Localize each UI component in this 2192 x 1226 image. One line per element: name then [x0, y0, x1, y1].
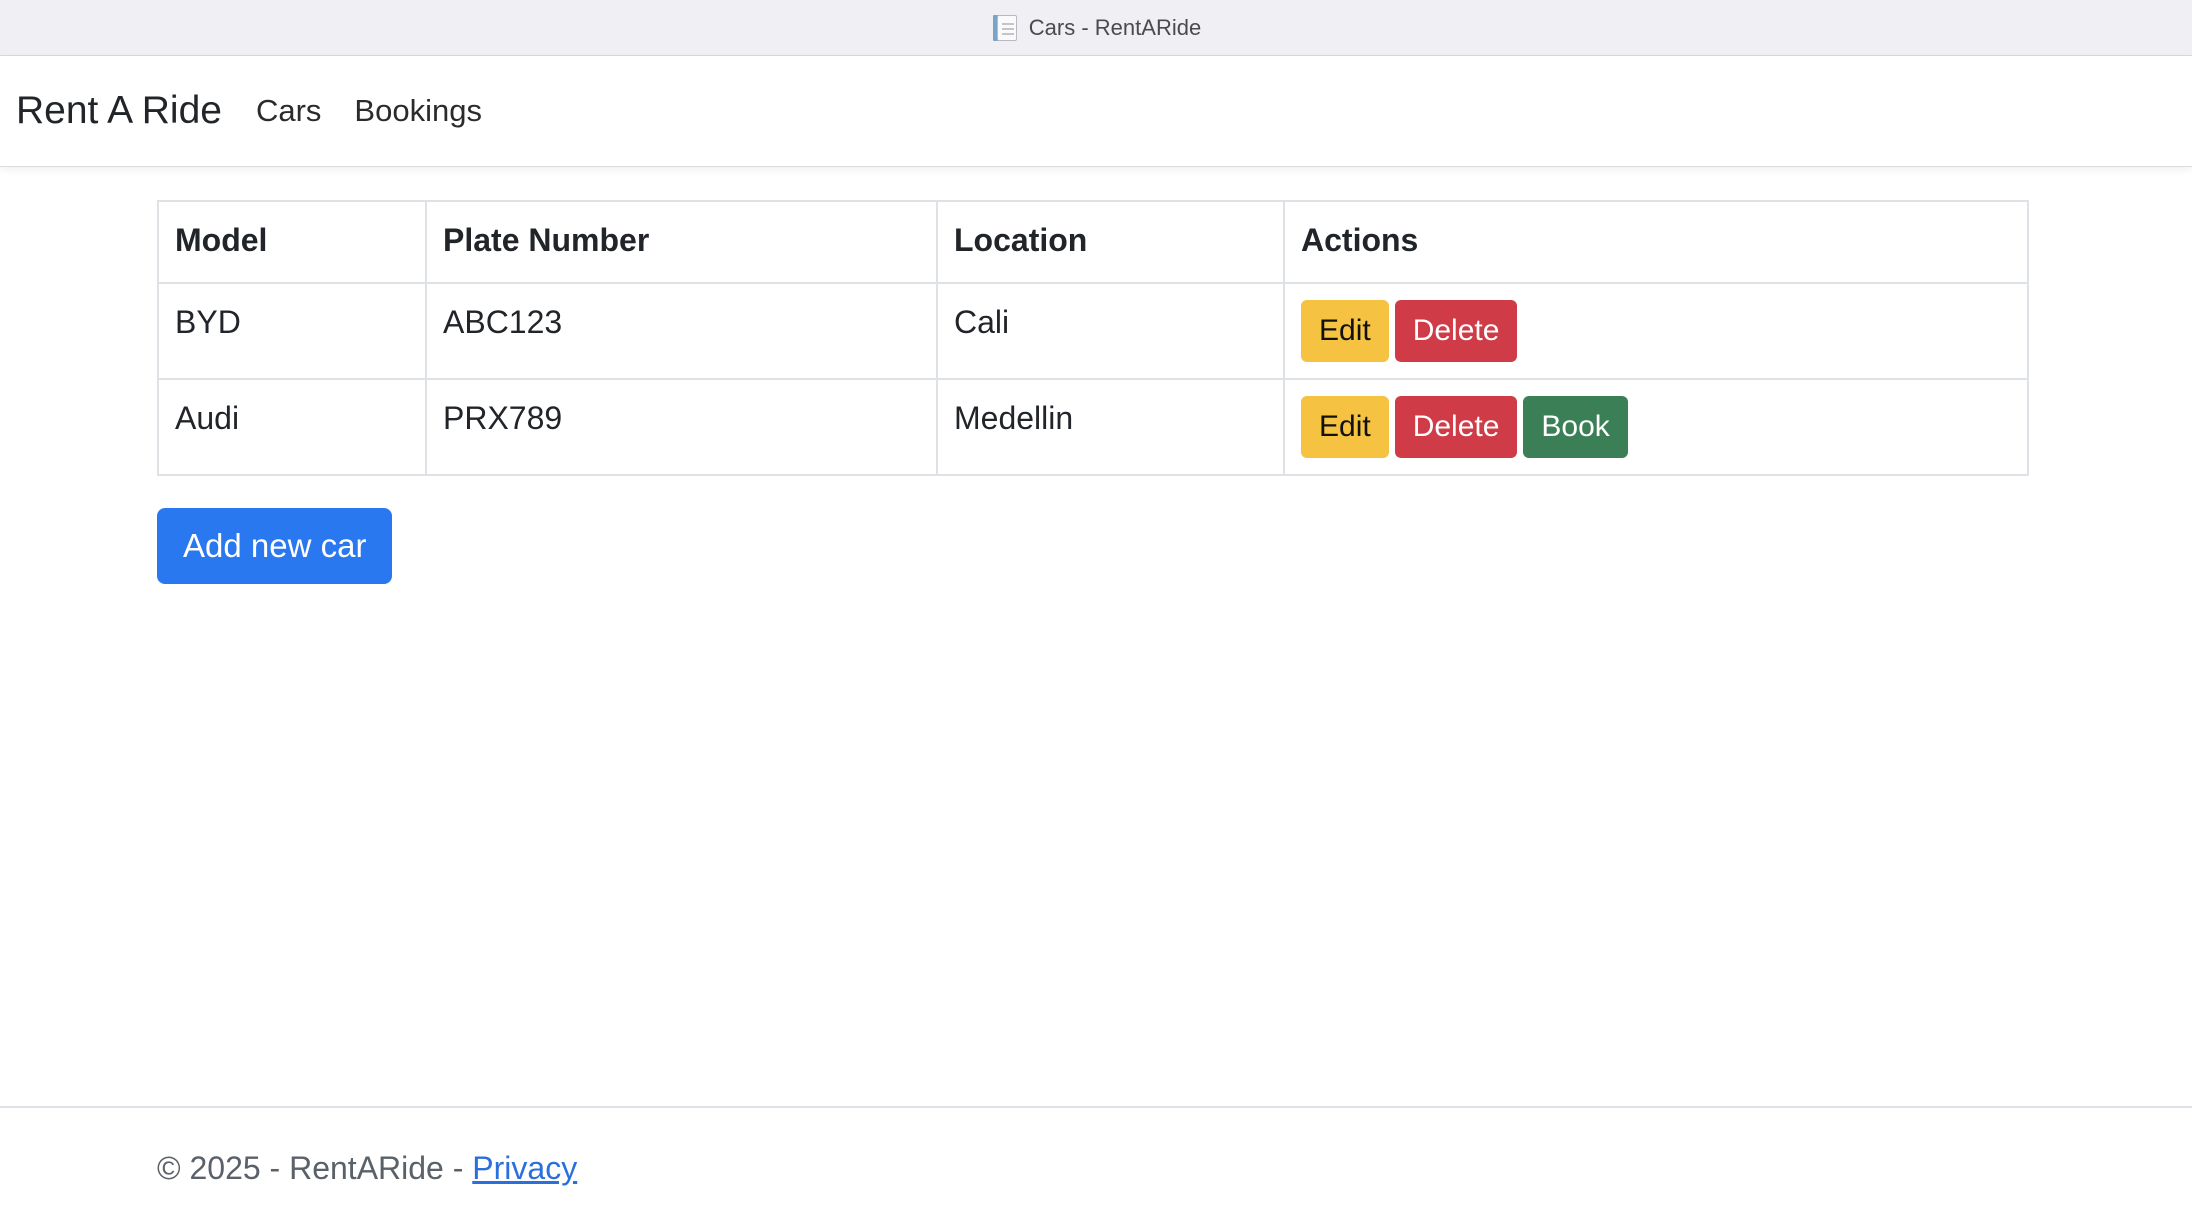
cell-model: Audi	[157, 378, 427, 476]
cell-plate: PRX789	[425, 378, 938, 476]
add-new-car-button[interactable]: Add new car	[157, 508, 393, 584]
nav-link-cars[interactable]: Cars	[256, 93, 321, 129]
footer: © 2025 - RentARide - Privacy	[0, 1106, 2192, 1226]
book-button[interactable]: Book	[1523, 396, 1628, 458]
header-actions: Actions	[1283, 200, 2029, 284]
header-model: Model	[157, 200, 427, 284]
cell-actions: Edit Delete	[1283, 282, 2029, 380]
header-location: Location	[936, 200, 1285, 284]
footer-text-container: © 2025 - RentARide - Privacy	[157, 1150, 577, 1187]
delete-button[interactable]: Delete	[1394, 300, 1518, 362]
cell-actions: Edit Delete Book	[1283, 378, 2029, 476]
cars-table: Model Plate Number Location Actions BYD …	[157, 200, 2029, 476]
cell-location: Medellin	[936, 378, 1285, 476]
navbar: Rent A Ride Cars Bookings	[0, 56, 2192, 167]
delete-button[interactable]: Delete	[1394, 396, 1518, 458]
table-header-row: Model Plate Number Location Actions	[157, 200, 2029, 284]
window-title: Cars - RentARide	[1028, 14, 1202, 40]
table-row: BYD ABC123 Cali Edit Delete	[157, 282, 2029, 380]
window-titlebar: Cars - RentARide	[0, 0, 2192, 56]
edit-button[interactable]: Edit	[1301, 300, 1389, 362]
cell-model: BYD	[157, 282, 427, 380]
nav-link-bookings[interactable]: Bookings	[354, 93, 482, 129]
copyright-text: © 2025 - RentARide -	[157, 1150, 473, 1186]
header-plate-number: Plate Number	[425, 200, 938, 284]
edit-button[interactable]: Edit	[1301, 396, 1389, 458]
document-icon	[991, 13, 1019, 43]
table-row: Audi PRX789 Medellin Edit Delete Book	[157, 378, 2029, 476]
cars-table-container: Model Plate Number Location Actions BYD …	[157, 200, 2029, 476]
privacy-link[interactable]: Privacy	[472, 1150, 577, 1186]
cell-plate: ABC123	[425, 282, 938, 380]
brand-link[interactable]: Rent A Ride	[16, 89, 222, 133]
cell-location: Cali	[936, 282, 1285, 380]
